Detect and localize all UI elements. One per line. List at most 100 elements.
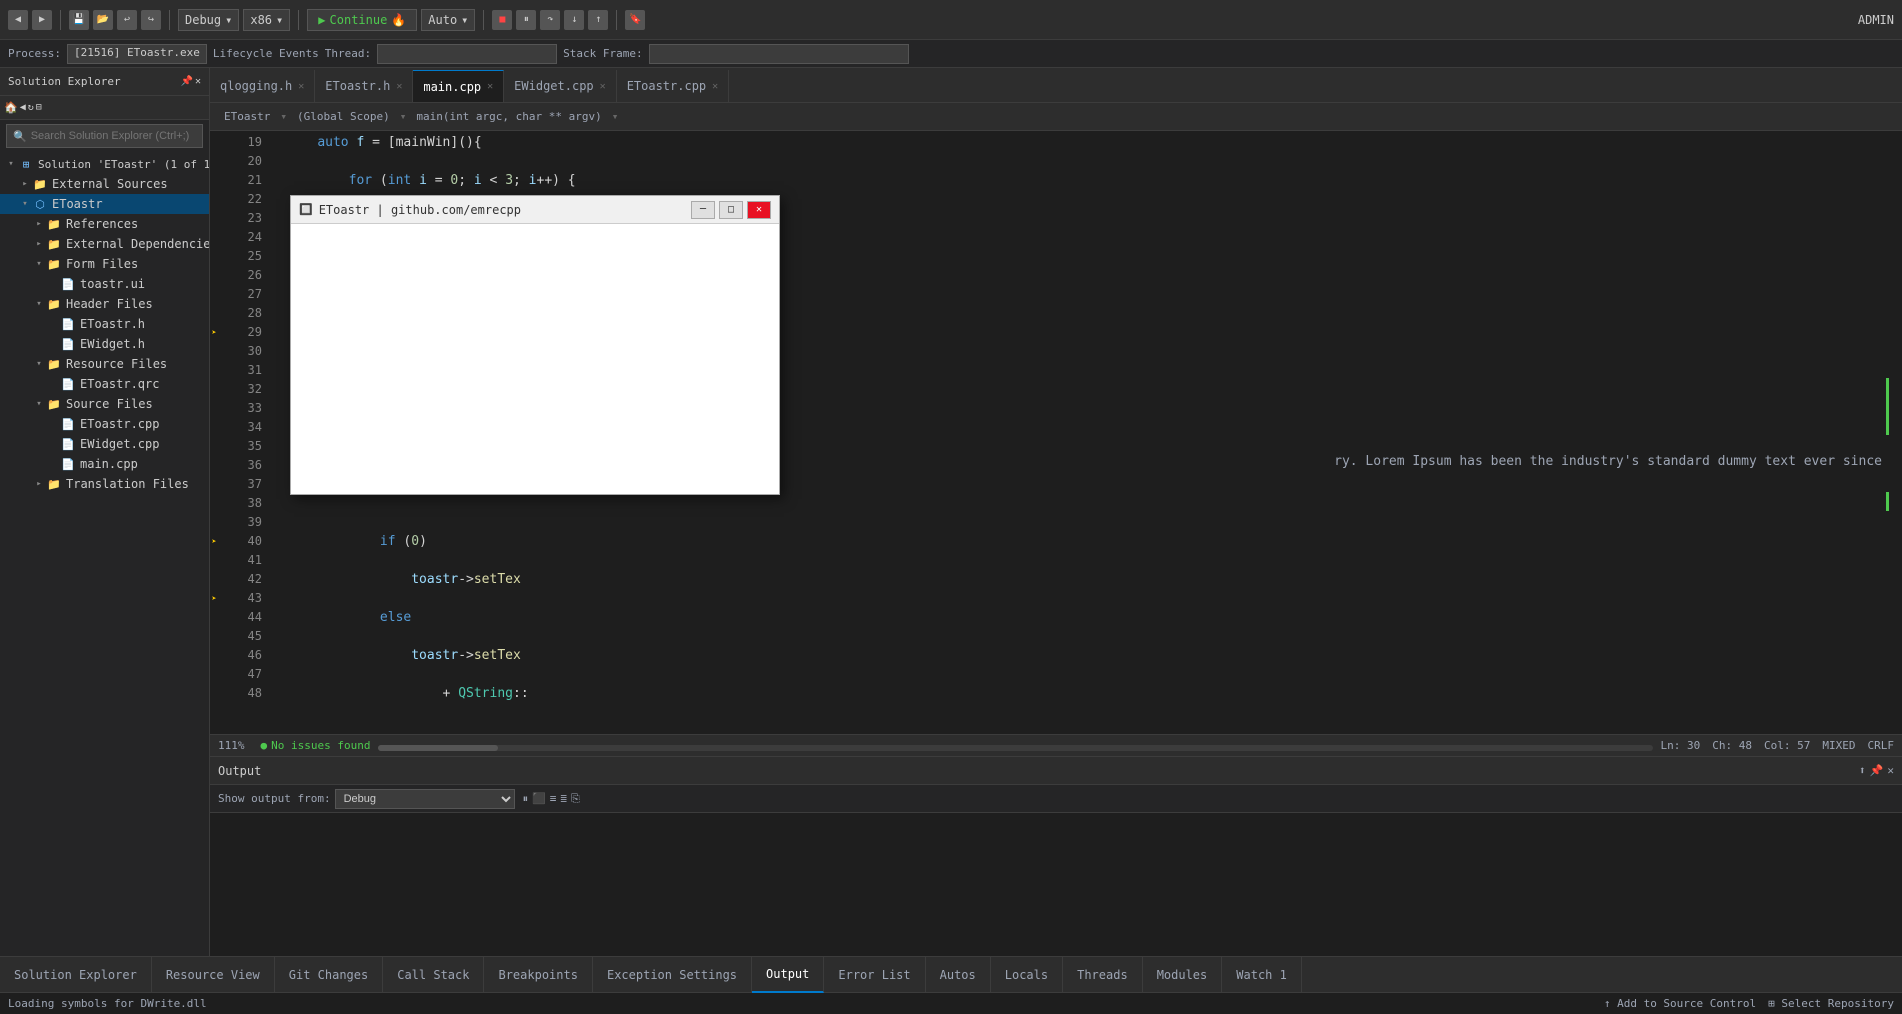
- stackframe-dropdown[interactable]: [649, 44, 909, 64]
- change-marker-1: [1886, 378, 1889, 435]
- bp-23: [210, 209, 218, 228]
- se-home-icon[interactable]: 🏠: [4, 101, 18, 114]
- se-back-icon[interactable]: ◀: [20, 102, 26, 113]
- tab-close-etoastr-h[interactable]: ✕: [396, 81, 402, 92]
- bottom-tab-watch1[interactable]: Watch 1: [1222, 957, 1302, 993]
- bottom-tab-locals[interactable]: Locals: [991, 957, 1063, 993]
- tree-item-etoastr-qrc[interactable]: ▸ 📄 EToastr.qrc: [0, 374, 209, 394]
- tree-item-etoastr-h[interactable]: ▸ 📄 EToastr.h: [0, 314, 209, 334]
- tree-item-etoastr-cpp[interactable]: ▸ 📄 EToastr.cpp: [0, 414, 209, 434]
- step-out-icon[interactable]: ↑: [588, 10, 608, 30]
- bottom-tab-output[interactable]: Output: [752, 957, 824, 993]
- folder-icon-ext: 📁: [32, 176, 48, 192]
- tree-item-ewidget-h[interactable]: ▸ 📄 EWidget.h: [0, 334, 209, 354]
- tree-item-source-files[interactable]: ▾ 📁 Source Files: [0, 394, 209, 414]
- output-source-select[interactable]: Debug Build: [335, 789, 515, 809]
- bottom-tab-solution-explorer[interactable]: Solution Explorer: [0, 957, 152, 993]
- back-icon[interactable]: ◀: [8, 10, 28, 30]
- repository-label[interactable]: ⊞ Select Repository: [1768, 997, 1894, 1010]
- tree-item-etoastr[interactable]: ▾ ⬡ EToastr: [0, 194, 209, 214]
- output-tool-1[interactable]: ⏸: [523, 792, 529, 806]
- arch-dropdown[interactable]: x86 ▾: [243, 9, 290, 31]
- tree-item-ext-deps[interactable]: ▸ 📁 External Dependencies: [0, 234, 209, 254]
- bp-41: [210, 551, 218, 570]
- open-icon[interactable]: 📂: [93, 10, 113, 30]
- tab-etoastr-h[interactable]: EToastr.h ✕: [315, 70, 413, 102]
- process-dropdown[interactable]: [21516] EToastr.exe: [67, 44, 207, 64]
- bottom-tab-exception-settings[interactable]: Exception Settings: [593, 957, 752, 993]
- dialog-close-button[interactable]: ✕: [747, 201, 771, 219]
- source-control-label[interactable]: ↑ Add to Source Control: [1604, 997, 1756, 1010]
- tree-item-references[interactable]: ▸ 📁 References: [0, 214, 209, 234]
- tab-etoastr-cpp[interactable]: EToastr.cpp ✕: [617, 70, 730, 102]
- se-search-input[interactable]: [31, 130, 196, 142]
- horizontal-scrollbar[interactable]: [378, 741, 1652, 751]
- tree-label-solution: Solution 'EToastr' (1 of 1 project): [38, 158, 209, 171]
- tab-qlogging-h[interactable]: qlogging.h ✕: [210, 70, 315, 102]
- bookmark-icon[interactable]: 🔖: [625, 10, 645, 30]
- bottom-tab-autos[interactable]: Autos: [926, 957, 991, 993]
- debug-pause-icon[interactable]: ⏸: [516, 10, 536, 30]
- tree-item-external-sources[interactable]: ▸ 📁 External Sources: [0, 174, 209, 194]
- output-float-icon[interactable]: ⬆: [1859, 764, 1866, 777]
- scope-label: (Global Scope): [291, 108, 396, 125]
- process-label: Process:: [8, 47, 61, 60]
- debug-stop-icon[interactable]: ■: [492, 10, 512, 30]
- tree-arrow-header: ▾: [32, 297, 46, 311]
- dialog-maximize-button[interactable]: □: [719, 201, 743, 219]
- bottom-tab-resource-view[interactable]: Resource View: [152, 957, 275, 993]
- tree-item-header-files[interactable]: ▾ 📁 Header Files: [0, 294, 209, 314]
- tab-close-etoastr-cpp[interactable]: ✕: [712, 81, 718, 92]
- save-icon[interactable]: 💾: [69, 10, 89, 30]
- debug-dropdown[interactable]: Debug ▾: [178, 9, 239, 31]
- bottom-tab-modules[interactable]: Modules: [1143, 957, 1223, 993]
- toolbar-sep-2: [169, 10, 170, 30]
- step-over-icon[interactable]: ↷: [540, 10, 560, 30]
- output-close-icon[interactable]: ✕: [1887, 764, 1894, 777]
- se-sync-icon[interactable]: ↻: [28, 102, 34, 113]
- continue-button[interactable]: ▶ Continue 🔥: [307, 9, 417, 31]
- se-close-icon[interactable]: ✕: [195, 76, 201, 87]
- dialog-minimize-button[interactable]: ─: [691, 201, 715, 219]
- output-tool-2[interactable]: ⬛: [532, 792, 546, 805]
- file-icon-cpp3: 📄: [60, 456, 76, 472]
- tree-item-form-files[interactable]: ▾ 📁 Form Files: [0, 254, 209, 274]
- bottom-tabs: Solution Explorer Resource View Git Chan…: [0, 956, 1902, 992]
- bottom-tab-git-changes[interactable]: Git Changes: [275, 957, 383, 993]
- output-pin-icon[interactable]: 📌: [1870, 764, 1884, 777]
- step-in-icon[interactable]: ↓: [564, 10, 584, 30]
- forward-icon[interactable]: ▶: [32, 10, 52, 30]
- bottom-tab-error-list[interactable]: Error List: [824, 957, 925, 993]
- bottom-tab-call-stack[interactable]: Call Stack: [383, 957, 484, 993]
- bp-34: [210, 418, 218, 437]
- tab-ewidget-cpp[interactable]: EWidget.cpp ✕: [504, 70, 617, 102]
- folder-icon-resource: 📁: [46, 356, 62, 372]
- se-collapse-icon[interactable]: ⊟: [36, 102, 42, 113]
- bottom-tab-breakpoints[interactable]: Breakpoints: [484, 957, 592, 993]
- bp-37: [210, 475, 218, 494]
- output-tool-5[interactable]: ⎘: [571, 792, 580, 806]
- tab-close-qlogging-h[interactable]: ✕: [298, 81, 304, 92]
- checkmark-icon: ●: [261, 739, 268, 752]
- output-tool-3[interactable]: ≡: [550, 792, 557, 805]
- tab-close-main-cpp[interactable]: ✕: [487, 81, 493, 92]
- thread-dropdown[interactable]: [377, 44, 557, 64]
- tree-item-ewidget-cpp[interactable]: ▸ 📄 EWidget.cpp: [0, 434, 209, 454]
- tab-close-ewidget-cpp[interactable]: ✕: [600, 81, 606, 92]
- bottom-tab-threads[interactable]: Threads: [1063, 957, 1143, 993]
- tree-item-main-cpp[interactable]: ▸ 📄 main.cpp: [0, 454, 209, 474]
- redo-icon[interactable]: ↪: [141, 10, 161, 30]
- tree-item-resource-files[interactable]: ▾ 📁 Resource Files: [0, 354, 209, 374]
- tree-item-toastr-ui[interactable]: ▸ 📄 toastr.ui: [0, 274, 209, 294]
- dialog-controls: ─ □ ✕: [691, 201, 771, 219]
- tree-item-solution[interactable]: ▾ ⊞ Solution 'EToastr' (1 of 1 project): [0, 154, 209, 174]
- bp-39: [210, 513, 218, 532]
- output-tool-4[interactable]: ≣: [560, 792, 567, 805]
- se-search-box[interactable]: 🔍: [6, 124, 203, 148]
- scroll-thumb[interactable]: [378, 745, 498, 751]
- auto-dropdown[interactable]: Auto ▾: [421, 9, 475, 31]
- se-pin-icon[interactable]: 📌: [181, 76, 193, 87]
- tab-main-cpp[interactable]: main.cpp ✕: [413, 70, 504, 102]
- undo-icon[interactable]: ↩: [117, 10, 137, 30]
- tree-item-translation-files[interactable]: ▸ 📁 Translation Files: [0, 474, 209, 494]
